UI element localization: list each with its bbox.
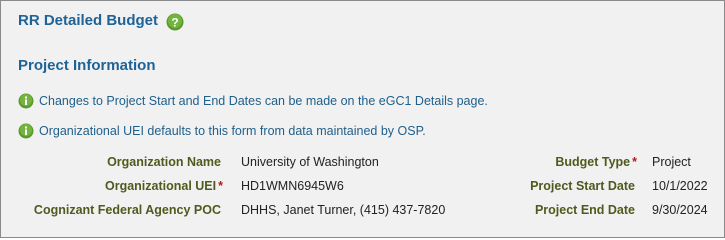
- field-label-text: Organizational UEI: [104, 179, 217, 193]
- project-end-date-value: 9/30/2024: [652, 203, 708, 217]
- budget-type-value: Project: [652, 155, 691, 169]
- field-label-text: Cognizant Federal Agency POC: [33, 203, 221, 217]
- project-end-date-label: Project End Date: [535, 203, 637, 217]
- organization-name-label: Organization Name: [107, 155, 223, 169]
- field-label-text: Project Start Date: [530, 179, 635, 193]
- project-start-date-label: Project Start Date: [530, 179, 637, 193]
- info-icon: [18, 123, 34, 139]
- info-icon: [18, 93, 34, 109]
- field-label-text: Project End Date: [534, 203, 635, 217]
- required-asterisk: *: [632, 155, 637, 169]
- rr-detailed-budget-panel: RR Detailed Budget ? Project Information…: [0, 0, 725, 238]
- page-title: RR Detailed Budget: [18, 12, 159, 29]
- info-message-uei: Organizational UEI defaults to this form…: [18, 123, 426, 139]
- svg-text:?: ?: [171, 16, 178, 30]
- organization-name-value: University of Washington: [241, 155, 379, 169]
- budget-type-label: Budget Type *: [555, 155, 637, 169]
- field-label-text: Organization Name: [107, 155, 221, 169]
- organizational-uei-label: Organizational UEI *: [105, 179, 223, 193]
- info-message-dates: Changes to Project Start and End Dates c…: [18, 93, 488, 109]
- cognizant-agency-poc-label: Cognizant Federal Agency POC: [34, 203, 223, 217]
- cognizant-agency-poc-value: DHHS, Janet Turner, (415) 437-7820: [241, 203, 446, 217]
- info-message-text: Organizational UEI defaults to this form…: [39, 124, 426, 138]
- help-question-icon[interactable]: ?: [166, 13, 184, 31]
- section-title: Project Information: [18, 57, 156, 74]
- info-message-text: Changes to Project Start and End Dates c…: [39, 94, 488, 108]
- project-start-date-value: 10/1/2022: [652, 179, 708, 193]
- field-label-text: Budget Type: [555, 155, 631, 169]
- page-title-row: RR Detailed Budget ?: [18, 10, 184, 31]
- required-asterisk: *: [218, 179, 223, 193]
- organizational-uei-value: HD1WMN6945W6: [241, 179, 344, 193]
